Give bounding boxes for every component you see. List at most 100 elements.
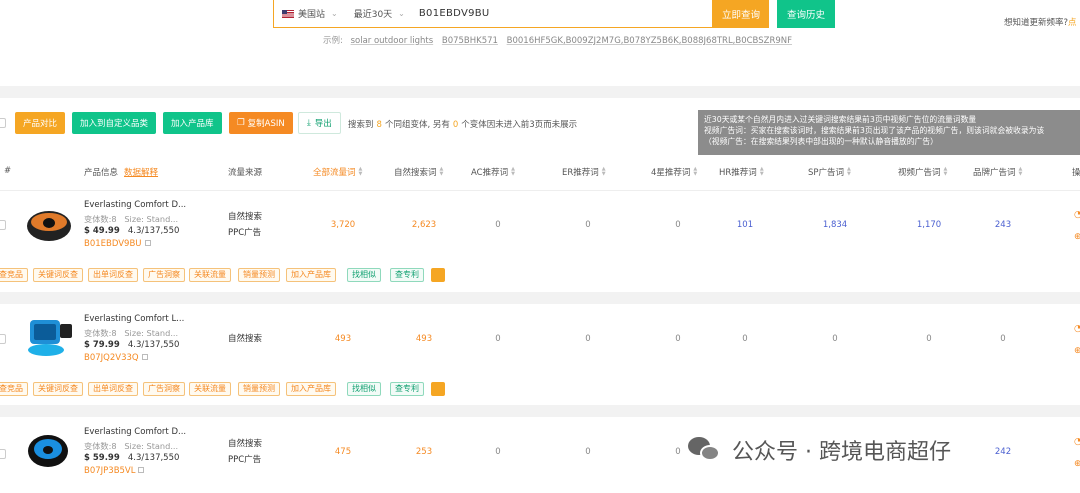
asin-text: B07JQ2V33Q (84, 353, 139, 363)
calculator-icon[interactable] (431, 268, 445, 282)
select-all-checkbox[interactable] (0, 118, 6, 128)
action-icon[interactable]: ⊕ (1074, 340, 1080, 362)
col-organic-label: 自然搜索词 (394, 168, 437, 178)
tag-order-keyword[interactable]: 出单词反查 (88, 382, 138, 396)
copy-icon: ❐ (237, 118, 245, 128)
tag-competitor[interactable]: 查竞品 (0, 268, 28, 282)
tag-find-similar[interactable]: 找相似 (347, 382, 381, 396)
tooltip-line: 近30天或某个自然月内进入过关键词搜索结果前3页中视频广告位的流量词数量 (704, 115, 977, 124)
col-hr[interactable]: HR推荐词 ▲ ▼ (719, 166, 764, 179)
cell-sp: 0 (832, 334, 838, 344)
col-video[interactable]: 视频广告词 ▲ ▼ (898, 166, 947, 179)
row-tag-bar: 查竞品 关键词反查 出单词反查 广告洞察 关联流量 销量预测 加入产品库 找相似… (0, 382, 1080, 396)
external-link-icon[interactable] (141, 354, 148, 360)
calculator-icon[interactable] (431, 382, 445, 396)
tag-related-traffic[interactable]: 关联流量 (189, 268, 231, 282)
tag-ad-insight[interactable]: 广告洞察 (143, 382, 185, 396)
action-icon[interactable]: ⊕ (1074, 453, 1080, 475)
add-custom-category-button[interactable]: 加入到自定义品类 (72, 112, 157, 134)
period-select[interactable]: 最近30天 ⌄ (346, 0, 413, 27)
tag-find-similar[interactable]: 找相似 (347, 268, 381, 282)
size-label: Size: Stand... (124, 328, 179, 338)
product-thumbnail[interactable] (24, 202, 74, 246)
update-frequency-link[interactable]: 想知道更新频率?点 (1004, 16, 1077, 28)
update-frequency-dot[interactable]: 点 (1068, 18, 1077, 28)
variant-count: 变体数:8 (84, 441, 117, 451)
search-input[interactable]: B01EBDV9BU (419, 8, 490, 19)
tag-ad-insight[interactable]: 广告洞察 (143, 268, 185, 282)
action-icon[interactable]: ⊕ (1074, 226, 1080, 248)
product-asin[interactable]: B07JP3B5VL (84, 466, 145, 476)
external-link-icon[interactable] (144, 240, 151, 246)
col-all-label: 全部流量词 (313, 168, 356, 178)
search-history-button[interactable]: 查询历史 (777, 0, 835, 28)
size-label: Size: Stand... (124, 441, 179, 451)
size-label: Size: Stand... (124, 214, 179, 224)
tag-sales-forecast[interactable]: 销量预测 (238, 382, 280, 396)
cell-4star: 0 (675, 334, 681, 344)
tag-patent[interactable]: 查专利 (390, 268, 424, 282)
product-price: $ 79.99 4.3/137,550 (84, 340, 179, 350)
cell-organic[interactable]: 253 (394, 447, 454, 457)
row-checkbox[interactable] (0, 334, 6, 344)
col-brand[interactable]: 品牌广告词 ▲ ▼ (973, 166, 1022, 179)
copy-asin-label: 复制ASIN (247, 119, 285, 129)
product-thumbnail[interactable] (24, 429, 74, 473)
col-sp[interactable]: SP广告词 ▲ ▼ (808, 166, 851, 179)
col-all-keywords[interactable]: 全部流量词 ▲ ▼ (313, 166, 362, 179)
data-explain-link[interactable]: 数据解释 (124, 166, 158, 178)
tag-related-traffic[interactable]: 关联流量 (189, 382, 231, 396)
row-checkbox[interactable] (0, 220, 6, 230)
product-asin[interactable]: B07JQ2V33Q (84, 353, 148, 363)
export-button[interactable]: ⤓ 导出 (298, 112, 341, 134)
cell-brand[interactable]: 242 (973, 447, 1033, 457)
price: $ 49.99 (84, 226, 120, 236)
cell-organic[interactable]: 2,623 (394, 220, 454, 230)
col-organic[interactable]: 自然搜索词 ▲ ▼ (394, 166, 443, 179)
tag-order-keyword[interactable]: 出单词反查 (88, 268, 138, 282)
external-link-icon[interactable] (138, 467, 145, 473)
example-link[interactable]: B075BHK571 (442, 36, 498, 46)
site-select[interactable]: 美国站 ⌄ (274, 0, 346, 27)
add-library-button[interactable]: 加入产品库 (163, 112, 222, 134)
col-product: 产品信息 数据解释 (84, 166, 158, 178)
cell-sp[interactable]: 1,834 (805, 220, 865, 230)
tooltip-line: 视频广告词：买家在搜索该词时，搜索结果前3页出现了该产品的视频广告，则该词就会被… (704, 126, 1045, 135)
compare-button[interactable]: 产品对比 (15, 112, 66, 134)
tag-sales-forecast[interactable]: 销量预测 (238, 268, 280, 282)
row-actions: ◔ ⊕ (1074, 204, 1080, 248)
col-ac[interactable]: AC推荐词 ▲ ▼ (471, 166, 515, 179)
tag-add-library[interactable]: 加入产品库 (286, 268, 336, 282)
divider-band (0, 86, 1080, 98)
cell-brand[interactable]: 243 (973, 220, 1033, 230)
cell-all[interactable]: 3,720 (313, 220, 373, 230)
source-organic: 自然搜索 (228, 334, 263, 344)
tag-competitor[interactable]: 查竞品 (0, 382, 28, 396)
example-link[interactable]: B0016HF5GK,B009ZJ2M7G,B078YZ5B6K,B088J68… (507, 36, 792, 46)
cell-organic[interactable]: 493 (394, 334, 454, 344)
action-icon[interactable]: ◔ (1074, 318, 1080, 340)
product-thumbnail[interactable] (24, 314, 74, 358)
col-er[interactable]: ER推荐词 ▲ ▼ (562, 166, 606, 179)
cell-hr: 0 (742, 334, 748, 344)
tag-keyword-reverse[interactable]: 关键词反查 (33, 382, 83, 396)
source-ppc: PPC广告 (228, 455, 262, 465)
product-name[interactable]: Everlasting Comfort D... (84, 200, 186, 210)
col-4star[interactable]: 4星推荐词 ▲ ▼ (651, 166, 697, 179)
tag-add-library[interactable]: 加入产品库 (286, 382, 336, 396)
copy-asin-button[interactable]: ❐ 复制ASIN (229, 112, 293, 134)
cell-video[interactable]: 1,170 (899, 220, 959, 230)
cell-all[interactable]: 493 (313, 334, 373, 344)
example-link[interactable]: solar outdoor lights (351, 36, 434, 46)
tag-patent[interactable]: 查专利 (390, 382, 424, 396)
action-icon[interactable]: ◔ (1074, 431, 1080, 453)
action-icon[interactable]: ◔ (1074, 204, 1080, 226)
tag-keyword-reverse[interactable]: 关键词反查 (33, 268, 83, 282)
product-asin[interactable]: B01EBDV9BU (84, 239, 151, 249)
row-checkbox[interactable] (0, 449, 6, 459)
cell-hr[interactable]: 101 (715, 220, 775, 230)
product-name[interactable]: Everlasting Comfort L... (84, 314, 184, 324)
product-name[interactable]: Everlasting Comfort D... (84, 427, 186, 437)
cell-all[interactable]: 475 (313, 447, 373, 457)
search-now-button[interactable]: 立即查询 (713, 0, 769, 28)
